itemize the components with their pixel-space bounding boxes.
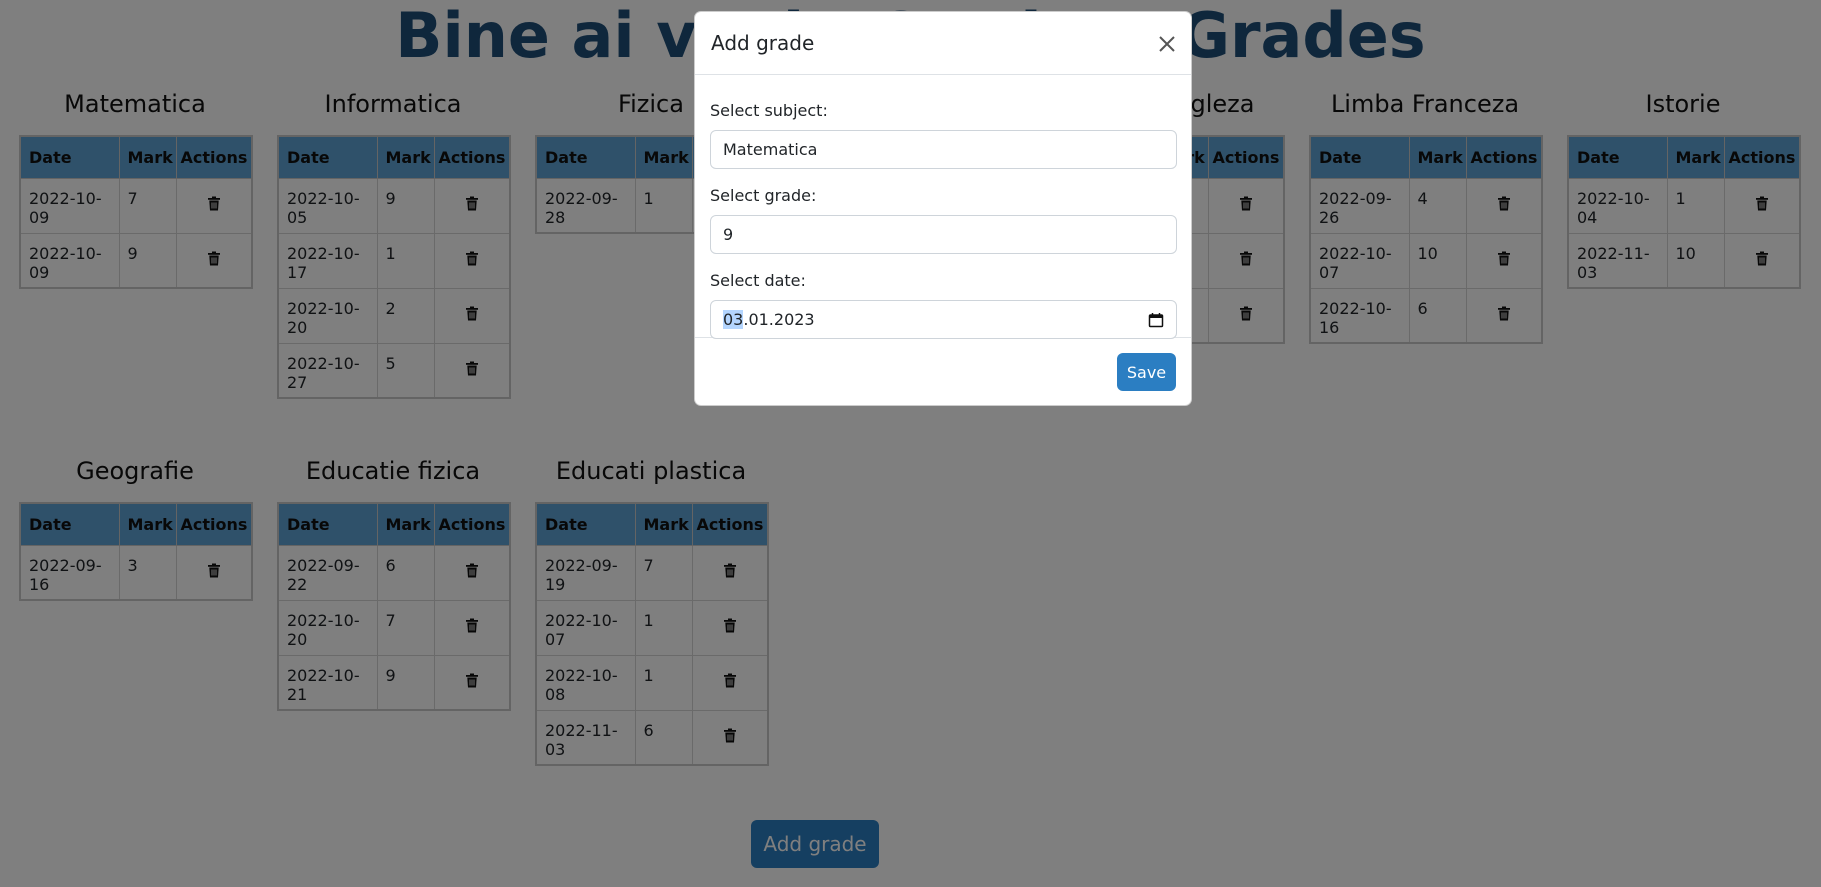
grade-label: Select grade: xyxy=(710,186,817,205)
subject-value: Matematica xyxy=(723,140,818,159)
calendar-icon[interactable] xyxy=(1148,312,1164,328)
modal-footer: Save xyxy=(695,338,1191,406)
modal-body: Select subject: Matematica Select grade:… xyxy=(695,75,1191,339)
modal-header: Add grade xyxy=(695,12,1191,75)
date-rest-segment: .01.2023 xyxy=(743,310,815,329)
date-day-segment: 03 xyxy=(723,310,744,329)
date-input[interactable]: 03.01.2023 xyxy=(710,300,1177,339)
subject-label: Select subject: xyxy=(710,101,828,120)
save-button[interactable]: Save xyxy=(1117,353,1176,391)
subject-select[interactable]: Matematica xyxy=(710,130,1177,169)
grade-input[interactable]: 9 xyxy=(710,215,1177,254)
date-label: Select date: xyxy=(710,271,806,290)
close-icon xyxy=(1159,36,1175,52)
grade-value: 9 xyxy=(723,225,734,244)
modal-title: Add grade xyxy=(711,31,815,55)
add-grade-modal: Add grade Select subject: Matematica Sel… xyxy=(694,11,1192,406)
close-button[interactable] xyxy=(1155,32,1179,56)
